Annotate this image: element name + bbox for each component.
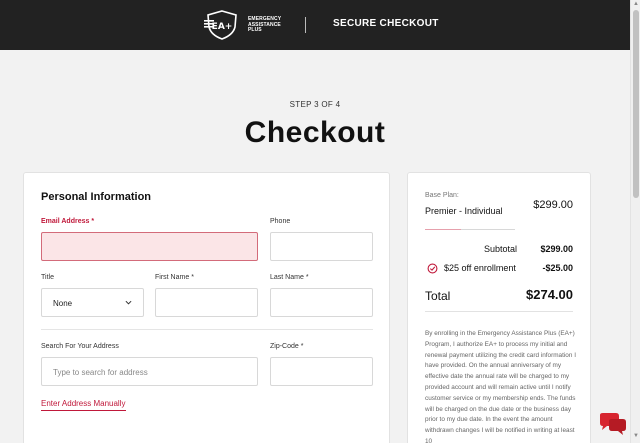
chevron-down-icon — [125, 300, 132, 305]
address-placeholder: Type to search for address — [53, 368, 148, 377]
required-mark: * — [300, 343, 304, 350]
personal-info-card: Personal Information Email Address * Pho… — [23, 172, 390, 443]
scroll-thumb[interactable] — [633, 10, 639, 198]
discount-label: $25 off enrollment — [444, 263, 516, 273]
address-search-input[interactable]: Type to search for address — [41, 357, 258, 386]
title-select[interactable]: None — [41, 288, 144, 317]
first-name-label-text: First Name — [155, 274, 190, 281]
header-divider — [305, 17, 306, 33]
logo-wordmark: EMERGENCY ASSISTANCE PLUS — [248, 16, 281, 34]
discount-tag-icon — [427, 263, 438, 274]
order-summary-card: Base Plan: Premier - Individual $299.00 … — [407, 172, 591, 443]
required-mark: * — [305, 274, 309, 281]
email-label: Email Address * — [41, 218, 94, 225]
plan-divider — [461, 229, 515, 230]
page-scrollbar[interactable]: ▲ ▼ — [630, 0, 640, 443]
email-field[interactable] — [41, 232, 258, 261]
header-bar: EA+ EMERGENCY ASSISTANCE PLUS SECURE CHE… — [0, 0, 630, 50]
first-name-field[interactable] — [155, 288, 258, 317]
title-label: Title — [41, 274, 54, 281]
zip-label: Zip-Code * — [270, 343, 303, 350]
personal-info-heading: Personal Information — [41, 191, 152, 203]
page-title: Checkout — [244, 116, 386, 149]
base-plan-label: Base Plan: — [425, 192, 459, 199]
enter-address-manually-link[interactable]: Enter Address Manually — [41, 399, 126, 411]
phone-label: Phone — [270, 218, 291, 225]
last-name-label: Last Name * — [270, 274, 309, 281]
authorization-disclaimer: By enrolling in the Emergency Assistance… — [425, 330, 576, 443]
secure-checkout-label: SECURE CHECKOUT — [333, 18, 439, 29]
subtotal-label: Subtotal — [484, 244, 518, 254]
last-name-field[interactable] — [270, 288, 373, 317]
subtotal-value: $299.00 — [540, 244, 573, 254]
chat-bubbles-icon[interactable] — [597, 412, 627, 436]
total-label: Total — [425, 289, 451, 303]
logo-line-3: PLUS — [248, 27, 262, 33]
scroll-up-arrow-icon[interactable]: ▲ — [633, 1, 639, 7]
zip-code-field[interactable] — [270, 357, 373, 386]
logo-mark: EA+ — [212, 22, 233, 32]
shield-logo-icon: EA+ — [204, 10, 237, 40]
required-mark: * — [91, 218, 95, 225]
zip-label-text: Zip-Code — [270, 343, 299, 350]
phone-field[interactable] — [270, 232, 373, 261]
required-mark: * — [191, 274, 194, 281]
plan-accent-line — [425, 229, 461, 230]
total-value: $274.00 — [526, 287, 573, 302]
plan-price: $299.00 — [533, 199, 573, 211]
first-name-label: First Name * — [155, 274, 194, 281]
step-indicator: STEP 3 OF 4 — [289, 100, 341, 109]
last-name-label-text: Last Name — [270, 274, 304, 281]
discount-value: -$25.00 — [542, 263, 573, 273]
email-label-text: Email Address — [41, 218, 90, 225]
scroll-down-arrow-icon[interactable]: ▼ — [633, 433, 639, 439]
title-select-value: None — [53, 299, 73, 308]
plan-name: Premier - Individual — [425, 206, 503, 216]
section-divider — [41, 329, 373, 330]
total-divider — [425, 311, 573, 312]
brand-logo[interactable]: EA+ EMERGENCY ASSISTANCE PLUS — [202, 10, 292, 40]
address-label: Search For Your Address — [41, 343, 119, 350]
